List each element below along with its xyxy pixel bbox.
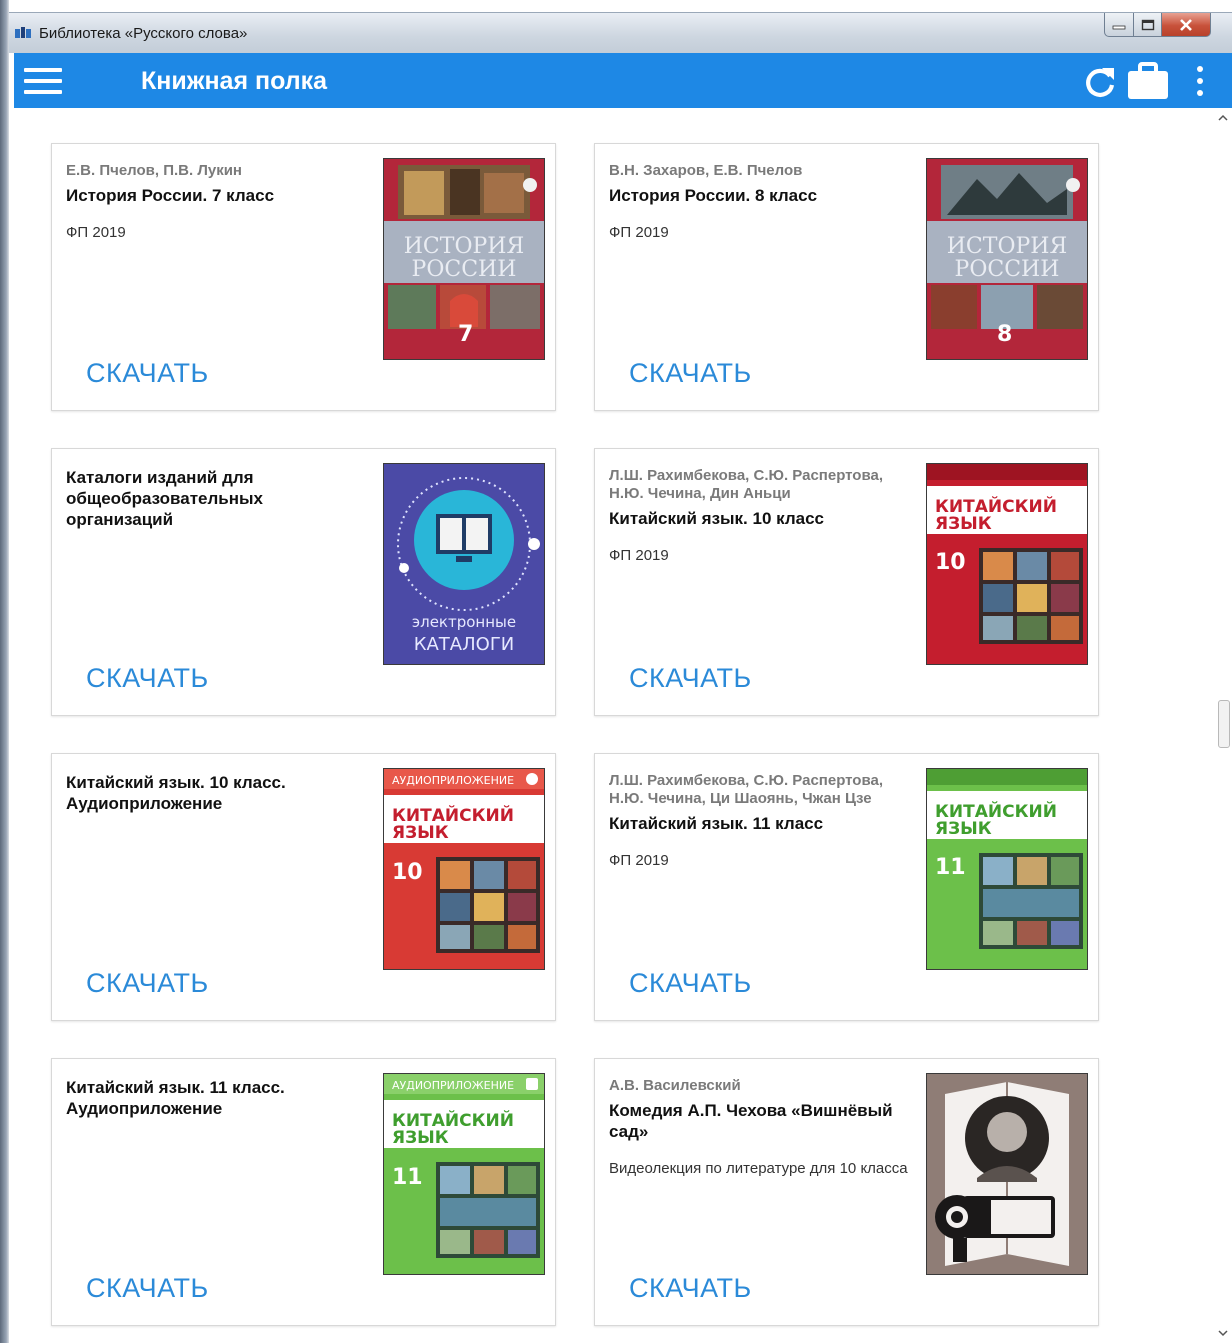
briefcase-icon[interactable]	[1127, 62, 1169, 100]
download-button[interactable]: СКАЧАТЬ	[629, 663, 752, 694]
close-button[interactable]	[1161, 13, 1211, 37]
book-title: Китайский язык. 10 класс	[609, 509, 824, 528]
book-authors: Л.Ш. Рахимбекова, С.Ю. Распертова, Н.Ю. …	[609, 772, 883, 807]
refresh-icon[interactable]	[1083, 64, 1117, 98]
app-logo-icon	[15, 27, 31, 38]
cover-grade: 10	[392, 860, 423, 885]
book-shelf: Е.В. Пчелов, П.В. Лукин История России. …	[14, 108, 1214, 1343]
book-card[interactable]: А.В. Василевский Комедия А.П. Чехова «Ви…	[594, 1058, 1099, 1326]
scroll-down-icon[interactable]	[1214, 1325, 1232, 1343]
cover-banner: АУДИОПРИЛОЖЕНИЕ	[392, 774, 514, 787]
book-authors: В.Н. Захаров, Е.В. Пчелов	[609, 162, 803, 179]
scroll-up-icon[interactable]	[1214, 108, 1232, 126]
page-title: Книжная полка	[141, 67, 328, 95]
book-meta: ФП 2019	[609, 547, 669, 564]
book-title: Китайский язык. 11 класс. Аудиоприложени…	[66, 1078, 285, 1118]
download-button[interactable]: СКАЧАТЬ	[86, 358, 209, 389]
book-title: Каталоги изданий для общеобразовательных…	[66, 468, 263, 529]
vertical-scrollbar[interactable]	[1214, 108, 1232, 1343]
book-card[interactable]: Л.Ш. Рахимбекова, С.Ю. Распертова, Н.Ю. …	[594, 753, 1099, 1021]
cover-title-line2: ЯЗЫК	[935, 514, 992, 534]
cover-title-line2: РОССИИ	[955, 257, 1060, 282]
book-meta: ФП 2019	[66, 224, 126, 241]
title-bar[interactable]: Библиотека «Русского слова»	[9, 12, 1232, 53]
cover-title-line1: ИСТОРИЯ	[404, 234, 524, 259]
book-title: Китайский язык. 10 класс. Аудиоприложени…	[66, 773, 286, 813]
cover-grade: 10	[935, 550, 966, 575]
book-card[interactable]: Китайский язык. 10 класс. Аудиоприложени…	[51, 753, 556, 1021]
book-cover[interactable]: АУДИОПРИЛОЖЕНИЕ КИТАЙСКИЙ ЯЗЫК 10	[383, 768, 545, 970]
book-meta: Видеолекция по литературе для 10 класса	[609, 1160, 908, 1177]
download-button[interactable]: СКАЧАТЬ	[629, 1273, 752, 1304]
app-bar: Книжная полка	[14, 53, 1232, 108]
desktop-edge	[0, 0, 9, 1343]
book-authors: Л.Ш. Рахимбекова, С.Ю. Распертова, Н.Ю. …	[609, 467, 883, 502]
cover-banner: АУДИОПРИЛОЖЕНИЕ	[392, 1079, 514, 1092]
book-card[interactable]: Китайский язык. 11 класс. Аудиоприложени…	[51, 1058, 556, 1326]
cover-title-line1: ИСТОРИЯ	[947, 234, 1067, 259]
download-button[interactable]: СКАЧАТЬ	[629, 358, 752, 389]
book-authors: Е.В. Пчелов, П.В. Лукин	[66, 162, 242, 179]
book-authors: А.В. Василевский	[609, 1077, 741, 1094]
cover-title-line2: ЯЗЫК	[392, 1128, 449, 1148]
book-meta: ФП 2019	[609, 852, 669, 869]
book-card[interactable]: Л.Ш. Рахимбекова, С.Ю. Распертова, Н.Ю. …	[594, 448, 1099, 716]
book-cover[interactable]	[926, 1073, 1088, 1275]
app-window: Библиотека «Русского слова» Книжная полк…	[9, 12, 1232, 1343]
book-title: История России. 7 класс	[66, 186, 275, 205]
cover-title-line2: ЯЗЫК	[392, 823, 449, 843]
cover-grade: 11	[935, 855, 966, 880]
book-title: Китайский язык. 11 класс	[609, 814, 824, 833]
window-title: Библиотека «Русского слова»	[39, 25, 248, 42]
download-button[interactable]: СКАЧАТЬ	[86, 968, 209, 999]
book-card[interactable]: В.Н. Захаров, Е.В. Пчелов История России…	[594, 143, 1099, 411]
maximize-icon	[1141, 19, 1154, 30]
book-cover[interactable]: электронные КАТАЛОГИ	[383, 463, 545, 665]
cover-grade: 11	[392, 1165, 423, 1190]
book-title: Комедия А.П. Чехова «Вишнёвый сад»	[609, 1101, 893, 1141]
book-card[interactable]: Е.В. Пчелов, П.В. Лукин История России. …	[51, 143, 556, 411]
book-cover[interactable]: КИТАЙСКИЙ ЯЗЫК 11	[926, 768, 1088, 970]
cover-line2: КАТАЛОГИ	[414, 634, 515, 655]
scrollbar-thumb[interactable]	[1218, 700, 1230, 748]
book-cover[interactable]: ИСТОРИЯ РОССИИ 7	[383, 158, 545, 360]
cover-title-line2: ЯЗЫК	[935, 819, 992, 839]
cover-line1: электронные	[412, 613, 516, 631]
book-cover[interactable]: ИСТОРИЯ РОССИИ 8	[926, 158, 1088, 360]
maximize-button[interactable]	[1133, 13, 1162, 37]
cover-grade: 7	[458, 322, 473, 347]
book-cover[interactable]: АУДИОПРИЛОЖЕНИЕ КИТАЙСКИЙ ЯЗЫК 11	[383, 1073, 545, 1275]
book-title: История России. 8 класс	[609, 186, 818, 205]
book-cover[interactable]: КИТАЙСКИЙ ЯЗЫК 10	[926, 463, 1088, 665]
cover-title-line2: РОССИИ	[412, 257, 517, 282]
book-card[interactable]: Каталоги изданий для общеобразовательных…	[51, 448, 556, 716]
download-button[interactable]: СКАЧАТЬ	[86, 663, 209, 694]
menu-icon[interactable]	[24, 68, 62, 94]
download-button[interactable]: СКАЧАТЬ	[629, 968, 752, 999]
close-icon	[1180, 18, 1192, 31]
more-options-icon[interactable]	[1193, 64, 1207, 98]
book-meta: ФП 2019	[609, 224, 669, 241]
cover-grade: 8	[997, 322, 1012, 347]
minimize-button[interactable]	[1104, 13, 1134, 37]
minimize-icon	[1112, 25, 1126, 29]
download-button[interactable]: СКАЧАТЬ	[86, 1273, 209, 1304]
